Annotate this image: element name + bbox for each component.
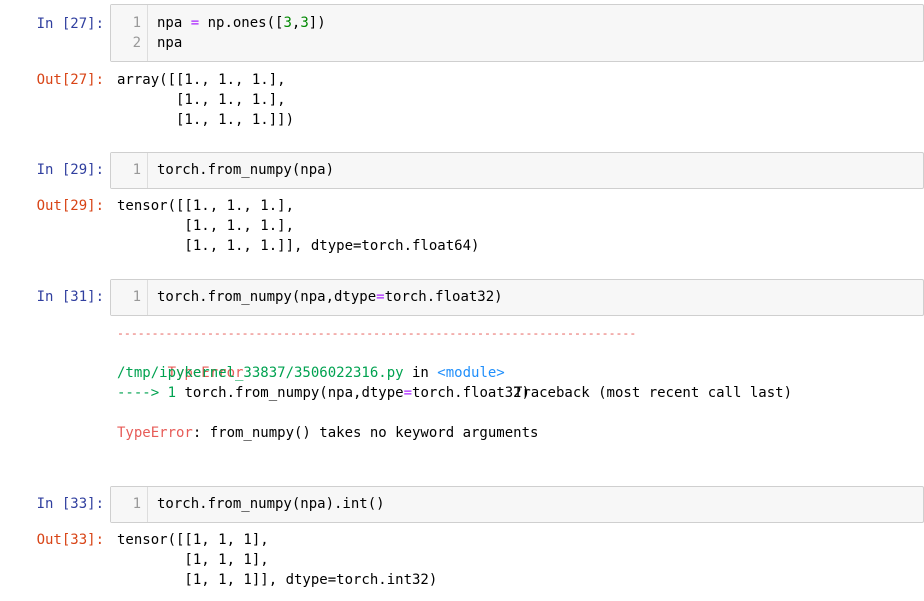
output-prompt: Out[33]: xyxy=(36,532,104,548)
input-prompt: In [27]: xyxy=(36,16,104,32)
traceback-arrow-line: ----> 1 torch.from_numpy(npa,dtype=torch… xyxy=(117,385,531,401)
traceback-location: /tmp/ipykernel_33837/3506022316.py in <m… xyxy=(117,365,505,381)
output-line: [1., 1., 1.], xyxy=(117,92,286,108)
input-prompt: In [29]: xyxy=(36,162,104,178)
traceback-divider: ----------------------------------------… xyxy=(117,326,637,340)
traceback-label: Traceback (most recent call last) xyxy=(513,385,792,401)
code-line: torch.from_numpy(npa) xyxy=(157,162,335,178)
traceback-module: <module> xyxy=(437,365,505,381)
code-input[interactable]: 1 torch.from_numpy(npa,dtype=torch.float… xyxy=(110,279,924,316)
code-input[interactable]: 1 torch.from_numpy(npa).int() xyxy=(110,486,924,523)
input-prompt: In [33]: xyxy=(36,496,104,512)
input-prompt: In [31]: xyxy=(36,289,104,305)
output-line: tensor([[1, 1, 1], xyxy=(117,532,269,548)
line-number: 1 xyxy=(132,496,141,512)
code-line: torch.from_numpy(npa,dtype=torch.float32… xyxy=(157,289,503,305)
line-number: 1 xyxy=(132,289,141,305)
code-line: torch.from_numpy(npa).int() xyxy=(157,496,385,512)
code-input[interactable]: 1 torch.from_numpy(npa) xyxy=(110,152,924,189)
output-line: array([[1., 1., 1.], xyxy=(117,72,286,88)
line-number: 2 xyxy=(132,35,141,51)
code-line: npa xyxy=(157,35,183,51)
line-number: 1 xyxy=(132,15,141,31)
output-prompt: Out[29]: xyxy=(36,198,104,214)
traceback-file: /tmp/ipykernel_33837/3506022316.py xyxy=(117,365,404,381)
code-input[interactable]: 1 npa = np.ones([3,3]) 2 npa xyxy=(110,4,924,62)
traceback-arrow: ----> 1 xyxy=(117,385,185,401)
code-line: npa = np.ones([3,3]) xyxy=(157,15,326,31)
output-prompt: Out[27]: xyxy=(36,72,104,88)
output-line: [1., 1., 1.], xyxy=(117,218,295,234)
error-message: TypeError: from_numpy() takes no keyword… xyxy=(117,425,539,441)
output-line: [1., 1., 1.]], dtype=torch.float64) xyxy=(117,238,480,254)
output-line: [1, 1, 1], xyxy=(117,552,269,568)
output-line: [1., 1., 1.]]) xyxy=(117,112,295,128)
output-line: [1, 1, 1]], dtype=torch.int32) xyxy=(117,572,438,588)
output-line: tensor([[1., 1., 1.], xyxy=(117,198,295,214)
line-number: 1 xyxy=(132,162,141,178)
